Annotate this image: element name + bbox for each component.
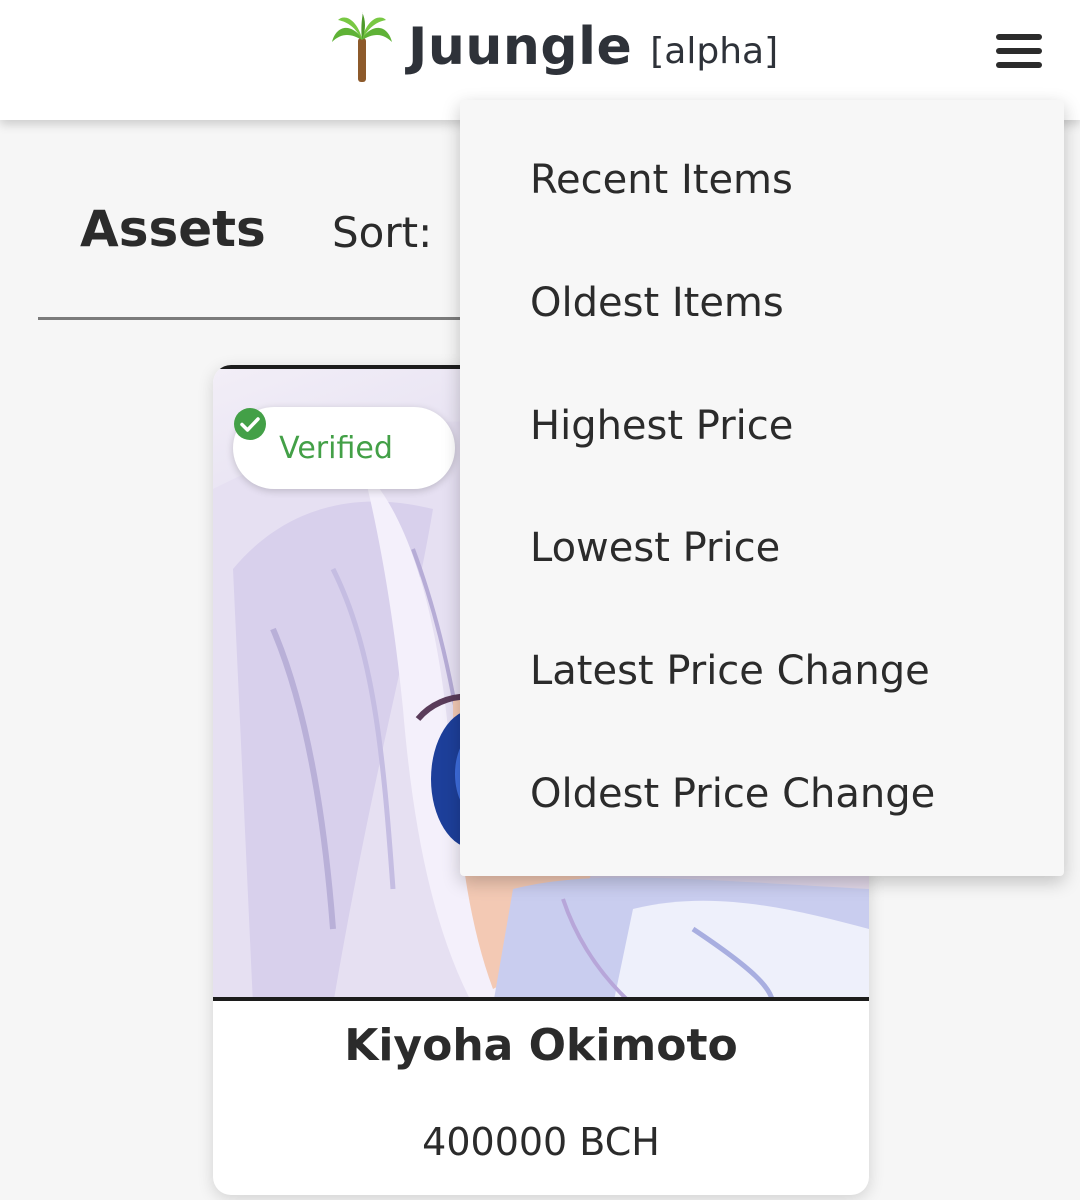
check-circle-icon — [234, 408, 266, 440]
brand-tag: [alpha] — [650, 30, 779, 72]
divider — [38, 317, 478, 320]
sort-option-latest-price-change[interactable]: Latest Price Change — [530, 641, 1050, 701]
brand-name: Juungle — [408, 17, 633, 77]
asset-price: 400000 BCH — [422, 1120, 660, 1164]
sort-menu: Recent Items Oldest Items Highest Price … — [460, 100, 1064, 876]
palm-tree-icon — [332, 12, 392, 82]
sort-option-lowest-price[interactable]: Lowest Price — [530, 518, 1050, 578]
app-root: Juungle [alpha] Assets Sort: Verified Ki… — [0, 0, 1080, 1200]
page-title: Assets — [80, 200, 266, 258]
brand-logo-link[interactable]: Juungle [alpha] — [330, 12, 778, 82]
sort-option-recent-items[interactable]: Recent Items — [530, 150, 1050, 210]
hamburger-line — [996, 34, 1042, 40]
sort-dropdown-trigger[interactable]: Sort: — [332, 208, 432, 257]
sort-option-oldest-price-change[interactable]: Oldest Price Change — [530, 764, 1050, 824]
hamburger-menu-icon[interactable] — [996, 34, 1042, 68]
sort-option-oldest-items[interactable]: Oldest Items — [530, 273, 1050, 333]
verified-label: Verified — [279, 430, 393, 466]
verified-badge: Verified — [233, 407, 455, 489]
asset-name: Kiyoha Okimoto — [344, 1020, 738, 1071]
hamburger-line — [996, 48, 1042, 54]
hamburger-line — [996, 62, 1042, 68]
sort-option-highest-price[interactable]: Highest Price — [530, 396, 1050, 456]
